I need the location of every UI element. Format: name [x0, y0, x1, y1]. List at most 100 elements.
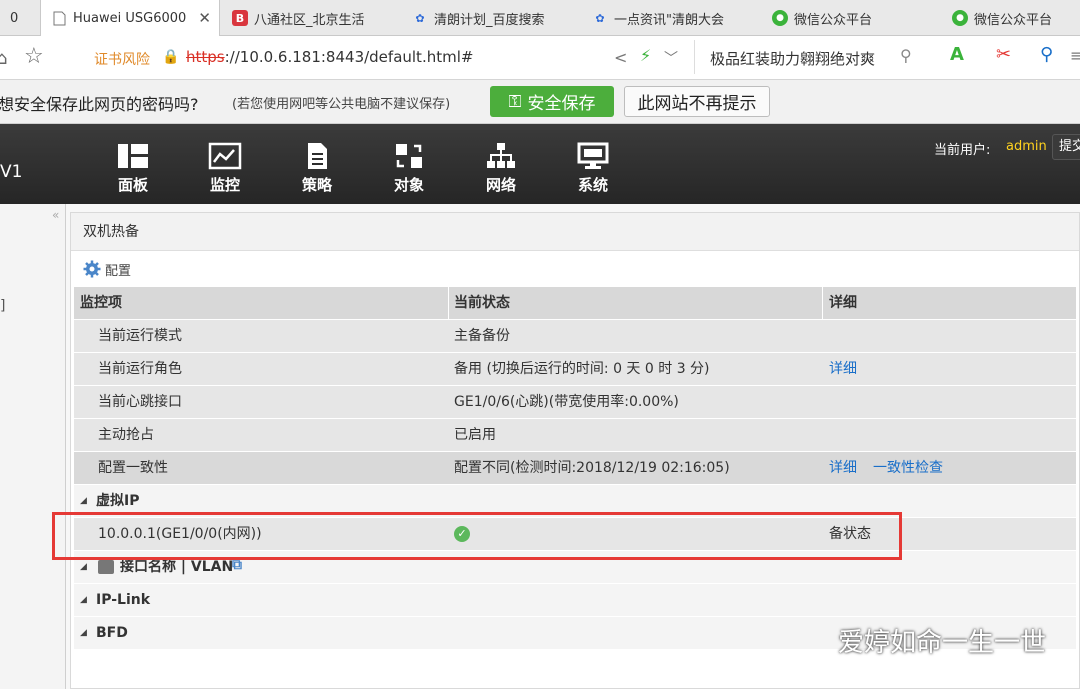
divider	[822, 287, 823, 320]
row-item: 当前运行角色	[98, 361, 182, 377]
url-scheme: https	[186, 48, 225, 66]
watermark: 爱婷如命一生一世	[837, 628, 1046, 658]
nav-dashboard[interactable]: 面板	[108, 142, 158, 195]
system-monitor-icon	[577, 142, 609, 169]
current-user-label: 当前用户:	[934, 143, 991, 158]
header-status: 当前状态	[454, 295, 510, 311]
tab-yidian[interactable]: ✿ 一点资讯"清朗大会	[582, 0, 762, 36]
group-ip-link[interactable]: ◢ IP-Link	[74, 584, 1076, 617]
row-item: 当前运行模式	[98, 328, 182, 344]
bookmark-star-icon[interactable]: ☆	[24, 44, 44, 69]
sidebar-item-fragment[interactable]: ]	[0, 298, 5, 314]
page-icon	[51, 11, 67, 27]
row-status: 已启用	[454, 427, 496, 443]
translate-icon[interactable]: A	[950, 44, 964, 65]
password-save-bar: 想安全保存此网页的密码吗? (若您使用网吧等公共电脑不建议保存) ⚿ 安全保存 此…	[0, 80, 1080, 124]
check-circle-icon: ✓	[454, 526, 470, 542]
left-sidebar: « ]	[0, 204, 66, 689]
password-hint: (若您使用网吧等公共电脑不建议保存)	[232, 97, 451, 112]
collapse-triangle-icon: ◢	[80, 496, 87, 506]
group-interface[interactable]: ◢ 接口名称 | VLAN ⧉	[74, 551, 1076, 584]
table-row: 配置一致性 配置不同(检测时间:2018/12/19 02:16:05) 详细 …	[74, 452, 1076, 485]
divider	[448, 287, 449, 320]
menu-icon[interactable]: ≡	[1070, 46, 1080, 65]
nav-label: 系统	[577, 176, 608, 194]
tab-label: 微信公众平台	[794, 12, 873, 28]
network-tree-icon	[487, 143, 515, 168]
table-row: 当前心跳接口 GE1/0/6(心跳)(带宽使用率:0.00%)	[74, 386, 1076, 419]
nav-network[interactable]: 网络	[476, 142, 526, 195]
table-row: 当前运行模式 主备备份	[74, 320, 1076, 353]
cert-warning-label[interactable]: 证书风险	[94, 49, 150, 69]
detail-link[interactable]: 详细	[829, 353, 857, 386]
password-question: 想安全保存此网页的密码吗?	[0, 95, 199, 114]
close-tab-icon[interactable]: ✕	[198, 9, 211, 27]
nav-monitor[interactable]: 监控	[200, 142, 250, 195]
collapse-triangle-icon: ◢	[80, 628, 87, 638]
row-item: 主动抢占	[98, 427, 154, 443]
tab-huawei[interactable]: Huawei USG6000 ✕	[40, 0, 220, 37]
search-icon[interactable]: ⚲	[900, 46, 912, 65]
nav-label: 监控	[209, 176, 240, 194]
nav-system[interactable]: 系统	[568, 142, 618, 195]
detail-link[interactable]: 详细	[829, 452, 857, 485]
tab-wechat-1[interactable]: ● 微信公众平台	[762, 0, 942, 36]
wechat-icon: ●	[772, 10, 788, 26]
app-version: V1	[0, 162, 23, 182]
tab-batong[interactable]: B 八通社区_北京生活	[222, 0, 402, 36]
config-label: 配置	[105, 263, 132, 279]
nav-label: 对象	[393, 176, 424, 194]
tab-wechat-2[interactable]: ● 微信公众平台	[942, 0, 1080, 36]
policy-document-icon	[308, 143, 327, 169]
url-input[interactable]: https://10.0.6.181:8443/default.html#	[186, 48, 473, 66]
baidu-paw-icon: ✿	[415, 11, 425, 25]
row-status: 配置不同(检测时间:2018/12/19 02:16:05)	[454, 460, 730, 476]
nav-policy[interactable]: 策略	[292, 142, 342, 195]
chevron-down-icon[interactable]: ﹀	[664, 48, 678, 68]
collapse-icon[interactable]: «	[52, 208, 59, 222]
never-remind-button[interactable]: 此网站不再提示	[624, 86, 770, 117]
tab-baidu[interactable]: ✿ 清朗计划_百度搜索	[402, 0, 582, 36]
table-row: 主动抢占 已启用	[74, 419, 1076, 452]
row-detail: 备状态	[829, 526, 871, 542]
monitor-chart-icon	[208, 142, 242, 170]
table-row: 当前运行角色 备用 (切换后运行的时间: 0 天 0 时 3 分) 详细	[74, 353, 1076, 386]
home-icon[interactable]: ⌂	[0, 48, 7, 69]
tab-label: 一点资讯"清朗大会	[614, 12, 724, 28]
nav-label: 面板	[117, 176, 148, 194]
nav-object[interactable]: 对象	[384, 142, 434, 195]
header-detail: 详细	[829, 295, 857, 311]
submit-button[interactable]: 提交	[1052, 134, 1080, 160]
row-item: 配置一致性	[98, 460, 168, 476]
panel-title: 双机热备	[71, 213, 1079, 251]
row-status: 备用 (切换后运行的时间: 0 天 0 时 3 分)	[454, 361, 710, 377]
object-icon	[396, 144, 422, 168]
config-link[interactable]: 配置	[71, 251, 1079, 287]
row-item: 10.0.0.1(GE1/0/0(内网))	[98, 526, 262, 542]
group-label: BFD	[96, 625, 128, 641]
scissors-icon[interactable]: ✂	[996, 44, 1011, 65]
main-content: 双机热备 配置 监控项 当前状态 详细 当前运行模式 主备备份 当前运行角色 备…	[66, 204, 1080, 689]
row-status: GE1/0/6(心跳)(带宽使用率:0.00%)	[454, 394, 679, 410]
divider	[694, 40, 695, 74]
magnifier-icon[interactable]: ⚲	[1040, 44, 1053, 65]
nav-label: 策略	[301, 176, 332, 194]
save-button-label: 安全保存	[527, 94, 596, 114]
tab-partial[interactable]: 0	[0, 0, 40, 36]
nav-label: 网络	[485, 176, 516, 194]
tab-label: 0	[10, 10, 19, 26]
gear-icon	[83, 260, 101, 278]
lock-warning-icon: 🔒	[162, 49, 180, 65]
collapse-triangle-icon: ◢	[80, 595, 87, 605]
tab-label: 微信公众平台	[974, 12, 1053, 28]
safe-save-button[interactable]: ⚿ 安全保存	[490, 86, 614, 117]
browser-tab-bar: 0 Huawei USG6000 ✕ B 八通社区_北京生活 ✿ 清朗计划_百度…	[0, 0, 1080, 37]
app-top-nav: V1 面板 监控 策略 对象 网络 系统 当前用户: admin 提交	[0, 124, 1080, 204]
search-input[interactable]: 极品红装助力翱翔绝对爽	[710, 48, 875, 69]
key-icon: ⚿	[508, 91, 522, 112]
group-virtual-ip[interactable]: ◢ 虚拟IP	[74, 485, 1076, 518]
consistency-check-link[interactable]: 一致性检查	[873, 452, 943, 485]
group-label: 接口名称 | VLAN	[120, 559, 234, 575]
share-icon[interactable]: <	[614, 48, 627, 67]
lightning-icon[interactable]: ⚡	[640, 46, 651, 65]
